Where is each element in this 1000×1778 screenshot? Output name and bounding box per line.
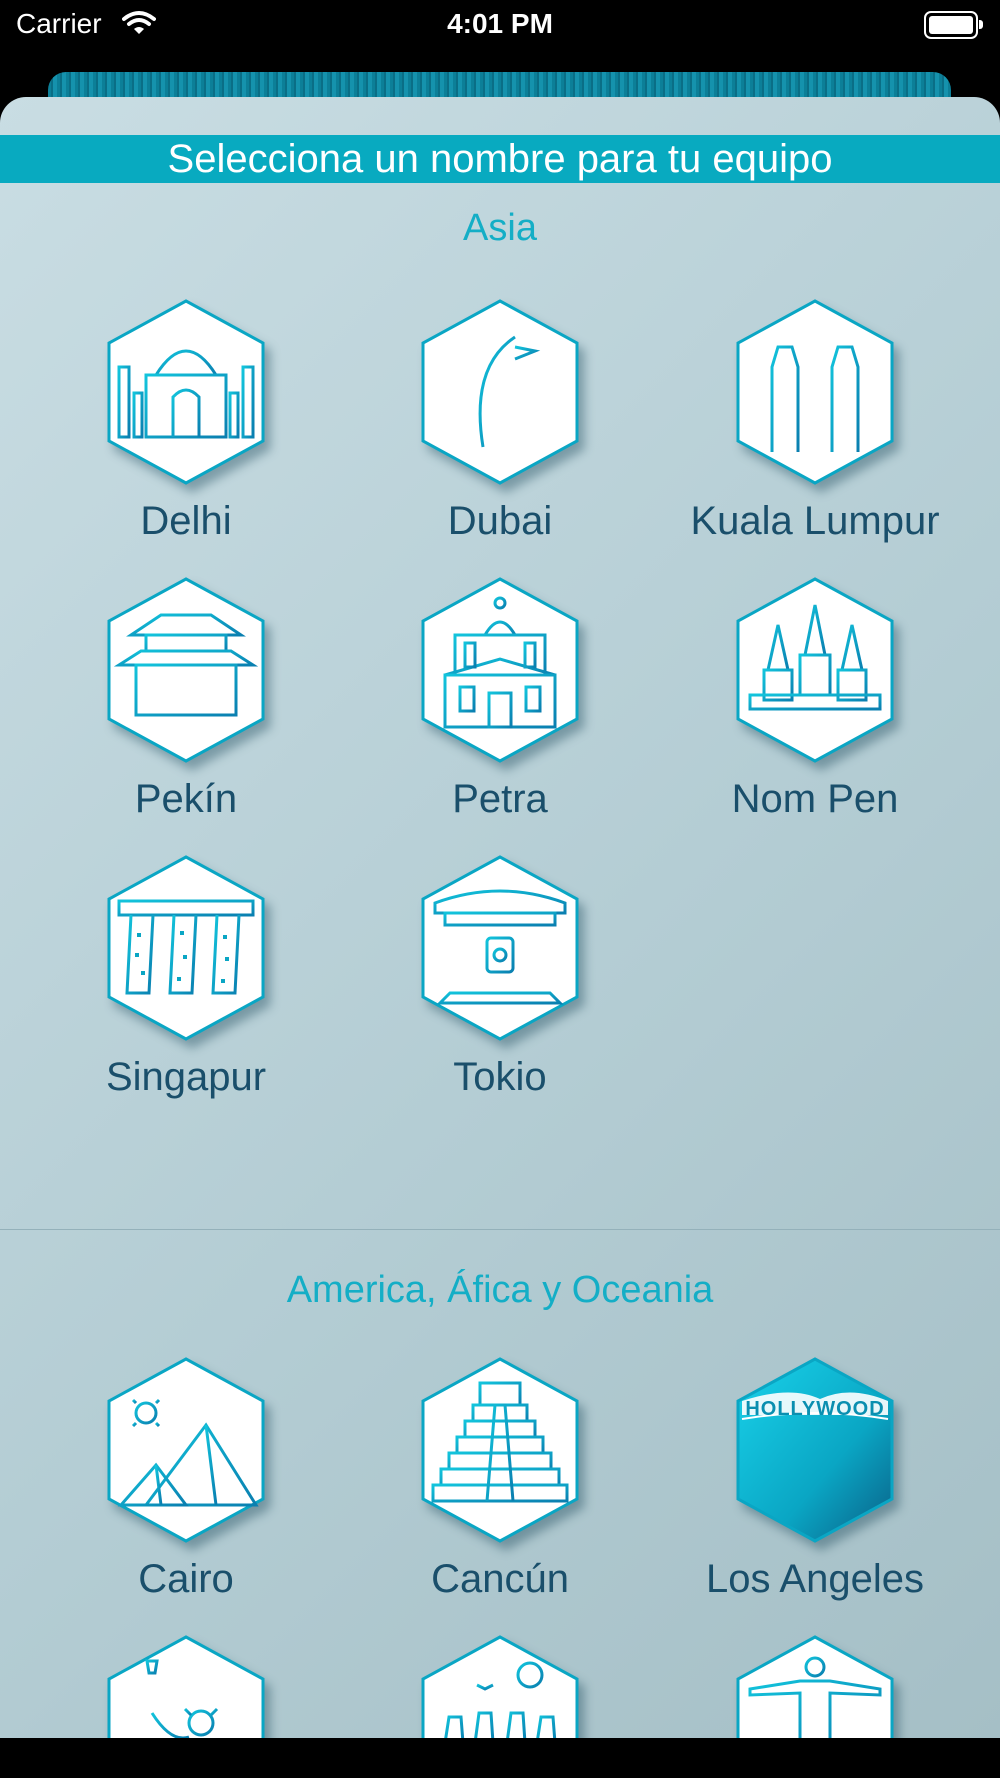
section-divider (0, 1229, 1000, 1230)
sheet-title: Selecciona un nombre para tu equipo (0, 135, 1000, 183)
pyramids-icon (101, 1355, 271, 1545)
christ-redeemer-icon (730, 1633, 900, 1738)
petra-treasury-icon (415, 575, 585, 765)
city-option-tokio[interactable]: Tokio (350, 853, 650, 1100)
statue-of-liberty-icon (101, 1633, 271, 1738)
city-option-cairo[interactable]: Cairo (36, 1355, 336, 1602)
section-title-america: America, Áfica y Oceania (286, 1269, 714, 1311)
japanese-gate-icon (415, 853, 585, 1043)
city-label: Nom Pen (731, 777, 899, 821)
city-label: Cancún (431, 1557, 569, 1601)
city-option-pekin[interactable]: Pekín (36, 575, 336, 822)
status-bar: Carrier 4:01 PM (0, 0, 1000, 52)
city-label: Cairo (138, 1557, 234, 1601)
city-label: Kuala Lumpur (690, 499, 940, 543)
city-option-kuala-lumpur[interactable]: Kuala Lumpur (665, 297, 965, 544)
taj-mahal-icon (101, 297, 271, 487)
clock: 4:01 PM (447, 8, 553, 39)
battery-icon (924, 11, 983, 39)
city-option-nom-pen[interactable]: Nom Pen (665, 575, 965, 822)
petronas-towers-icon (730, 297, 900, 487)
city-label: Tokio (453, 1055, 547, 1099)
section-title-asia: Asia (463, 207, 537, 249)
city-label: Delhi (140, 499, 232, 543)
city-label: Dubai (447, 499, 553, 543)
angkor-temple-icon (730, 575, 900, 765)
city-option-dubai[interactable]: Dubai (350, 297, 650, 544)
marina-bay-sands-icon (101, 853, 271, 1043)
team-name-sheet[interactable]: Selecciona un nombre para tu equipo Asia… (0, 97, 1000, 1738)
easter-island-icon (415, 1633, 585, 1738)
city-option-los-angeles[interactable]: HOLLYWOOD Los Angeles (665, 1355, 965, 1602)
city-option-rio[interactable] (665, 1633, 965, 1738)
chichen-itza-icon (415, 1355, 585, 1545)
city-option-delhi[interactable]: Delhi (36, 297, 336, 544)
city-option-new-york[interactable] (36, 1633, 336, 1738)
hollywood-text: HOLLYWOOD (745, 1398, 884, 1420)
city-label: Pekín (134, 777, 238, 821)
city-label: Petra (452, 777, 548, 821)
forbidden-city-icon (101, 575, 271, 765)
city-label: Singapur (105, 1055, 267, 1099)
city-label: Los Angeles (706, 1557, 924, 1601)
city-option-petra[interactable]: Petra (350, 575, 650, 822)
burj-al-arab-icon (415, 297, 585, 487)
hollywood-sign-icon: HOLLYWOOD (730, 1355, 900, 1545)
city-option-singapur[interactable]: Singapur (36, 853, 336, 1100)
city-option-isla-de-pascua[interactable] (350, 1633, 650, 1738)
city-option-cancun[interactable]: Cancún (350, 1355, 650, 1602)
